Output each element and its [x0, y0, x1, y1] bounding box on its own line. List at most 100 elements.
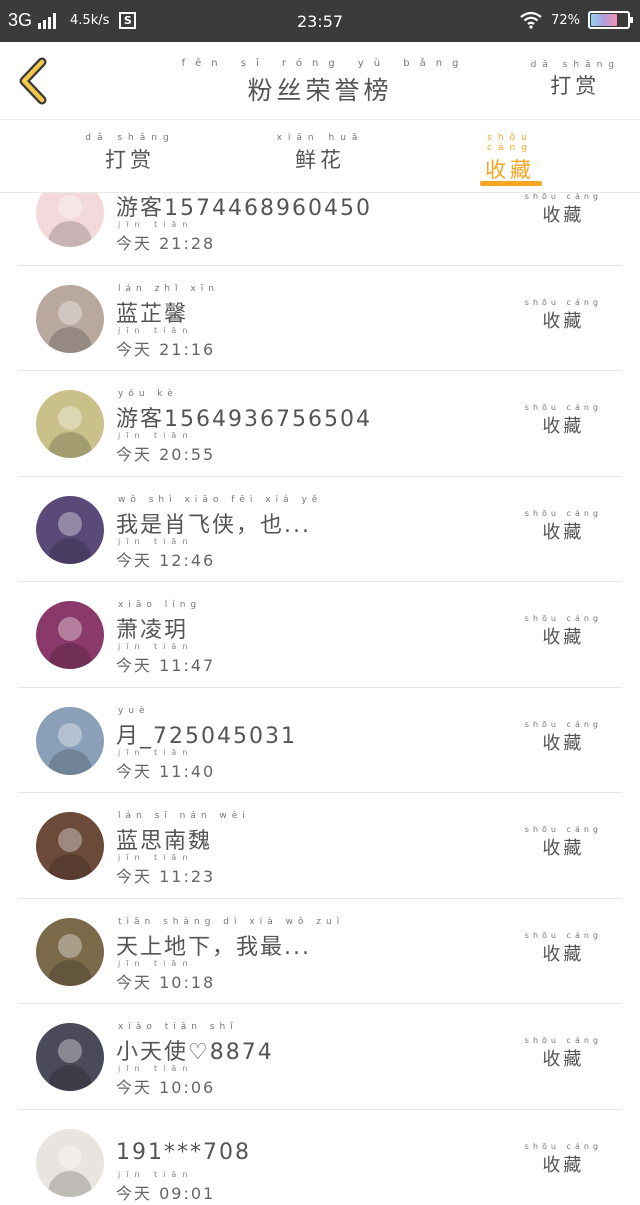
tab-pinyin: shōu cáng — [487, 133, 533, 153]
tab-favorites[interactable]: shōu cáng 收藏 — [460, 133, 560, 184]
avatar-body — [48, 537, 92, 564]
avatar-body — [48, 748, 92, 775]
action-label: shōu cáng 收藏 — [525, 403, 602, 438]
reward-button[interactable]: dǎ shǎng 打赏 — [531, 60, 620, 100]
avatar-face — [58, 1039, 82, 1063]
active-tab-indicator — [480, 181, 542, 186]
list-item[interactable]: xiāo líng 萧凌玥 jīn tiān 今天 11:47 shōu cáng 收藏 — [18, 582, 622, 688]
action-pinyin: shōu cáng — [524, 1036, 602, 1045]
avatar-face — [58, 195, 82, 219]
avatar[interactable] — [36, 284, 104, 353]
battery-percent: 72% — [551, 12, 580, 28]
avatar[interactable] — [36, 812, 104, 880]
action-pinyin: shōu cáng — [524, 297, 602, 307]
list-item[interactable]: lán sī nán wèi 蓝思南魏 jīn tiān 今天 11:23 shōu c… — [18, 793, 622, 899]
avatar-face — [58, 1144, 82, 1169]
user-name-pinyin: wǒ shì xiāo fēi xiá yě — [118, 494, 323, 505]
fan-list-inner: yóu kè游客1574468960450jīn tiān今天 21:28shō… — [0, 193, 640, 1205]
user-name: 游客1564936756504 — [116, 407, 372, 432]
timestamp: 今天 10:18 — [116, 972, 216, 992]
avatar-face — [58, 828, 82, 852]
action-label: shōu cáng 收藏 — [525, 509, 602, 544]
avatar-face — [58, 722, 82, 747]
tab-label: 打赏 — [105, 148, 155, 172]
avatar[interactable] — [36, 1128, 104, 1197]
avatar[interactable] — [36, 193, 104, 247]
battery-icon — [588, 11, 633, 29]
time-pinyin: jīn tiān — [118, 642, 194, 651]
action-label: shōu cáng 收藏 — [525, 825, 602, 860]
user-name: 蓝思南魏 — [116, 829, 213, 854]
tab-flowers[interactable]: xiān huā 鲜花 — [270, 133, 370, 174]
action-pinyin: shōu cáng — [524, 614, 602, 623]
action-text: 收藏 — [542, 627, 585, 648]
list-item[interactable]: xiǎo tiān shǐ 小天使♡8874 jīn tiān 今天 10:06 shō… — [18, 1004, 622, 1110]
timestamp: 今天 11:47 — [116, 656, 216, 675]
avatar[interactable] — [36, 390, 104, 458]
list-item[interactable]: yuè 月_725045031 jīn tiān 今天 11:40 shōu cáng 收… — [18, 688, 622, 793]
action-text: 收藏 — [542, 205, 585, 226]
fan-list[interactable]: yóu kè游客1574468960450jīn tiān今天 21:28shō… — [0, 193, 640, 1205]
action-pinyin: shōu cáng — [524, 930, 602, 940]
list-item[interactable]: 191***708 jīn tiān 今天 09:01 shōu cáng 收藏 — [18, 1110, 622, 1205]
avatar-face — [58, 933, 82, 958]
action-text: 收藏 — [542, 943, 585, 965]
time-pinyin: jīn tiān — [118, 431, 194, 440]
user-name-pinyin: xiāo líng — [118, 600, 202, 610]
time-pinyin: jīn tiān — [118, 853, 194, 862]
list-item[interactable]: wǒ shì xiāo fēi xiá yě 我是肖飞侠，也... jīn tiān… — [18, 477, 622, 582]
avatar[interactable] — [36, 495, 104, 564]
avatar[interactable] — [36, 1023, 104, 1091]
timestamp: 今天 21:16 — [116, 339, 216, 359]
avatar-body — [48, 643, 92, 669]
tab-reward[interactable]: dǎ shǎng 打赏 — [80, 133, 180, 174]
action-label: shōu cáng 收藏 — [525, 1036, 602, 1071]
time-pinyin: jīn tiān — [118, 747, 194, 757]
avatar[interactable] — [36, 601, 104, 669]
action-label: shōu cáng 收藏 — [525, 193, 602, 227]
tab-pinyin: dǎ shǎng — [85, 133, 175, 143]
list-item[interactable]: yóu kè游客1574468960450jīn tiān今天 21:28shō… — [18, 193, 622, 266]
tab-label: 收藏 — [485, 158, 535, 182]
user-name: 小天使♡8874 — [116, 1040, 274, 1065]
time-pinyin: jīn tiān — [118, 958, 194, 968]
action-text: 收藏 — [542, 310, 585, 332]
wifi-icon — [520, 11, 542, 29]
timestamp: 今天 11:23 — [116, 867, 216, 886]
avatar-body — [48, 326, 92, 353]
action-pinyin: shōu cáng — [524, 403, 602, 412]
back-button[interactable] — [14, 56, 58, 106]
action-text: 收藏 — [542, 838, 585, 859]
timestamp: 今天 21:28 — [116, 234, 216, 253]
list-item[interactable]: tiān shàng dì xià wǒ zuì 天上地下，我最... jīn ti… — [18, 899, 622, 1004]
list-item[interactable]: yóu kè 游客1564936756504 jīn tiān 今天 20:55 shō… — [18, 371, 622, 477]
tab-bar: dǎ shǎng 打赏 xiān huā 鲜花 shōu cáng 收藏 — [0, 121, 640, 193]
user-name: 我是肖飞侠，也... — [116, 512, 311, 538]
time-pinyin: jīn tiān — [118, 1169, 194, 1179]
action-label: shōu cáng 收藏 — [525, 931, 602, 966]
timestamp: 今天 10:06 — [116, 1078, 216, 1097]
avatar-face — [58, 300, 82, 325]
action-text: 收藏 — [542, 1154, 585, 1176]
status-bar: 3G 4.5k/s S 23:57 72% — [0, 0, 640, 42]
time-pinyin: jīn tiān — [118, 1064, 194, 1073]
reward-pinyin: dǎ shǎng — [530, 60, 620, 70]
reward-label: 打赏 — [550, 74, 601, 98]
avatar-body — [48, 1065, 92, 1091]
time-pinyin: jīn tiān — [118, 220, 194, 229]
user-name: 游客1574468960450 — [116, 196, 372, 221]
user-name: 天上地下，我最... — [116, 934, 311, 960]
list-item[interactable]: lán zhǐ xīn 蓝芷馨 jīn tiān 今天 21:16 shōu cáng 收… — [18, 266, 622, 371]
action-label: shōu cáng 收藏 — [525, 614, 602, 649]
time-pinyin: jīn tiān — [118, 325, 194, 335]
avatar[interactable] — [36, 917, 104, 986]
avatar-body — [48, 432, 92, 458]
user-name: 191***708 — [116, 1139, 251, 1165]
avatar-body — [48, 854, 92, 880]
action-pinyin: shōu cáng — [524, 719, 602, 729]
status-right: 72% — [519, 11, 633, 29]
avatar-face — [58, 617, 82, 641]
time-pinyin: jīn tiān — [118, 536, 194, 546]
avatar[interactable] — [36, 706, 104, 775]
user-name: 萧凌玥 — [116, 618, 189, 643]
